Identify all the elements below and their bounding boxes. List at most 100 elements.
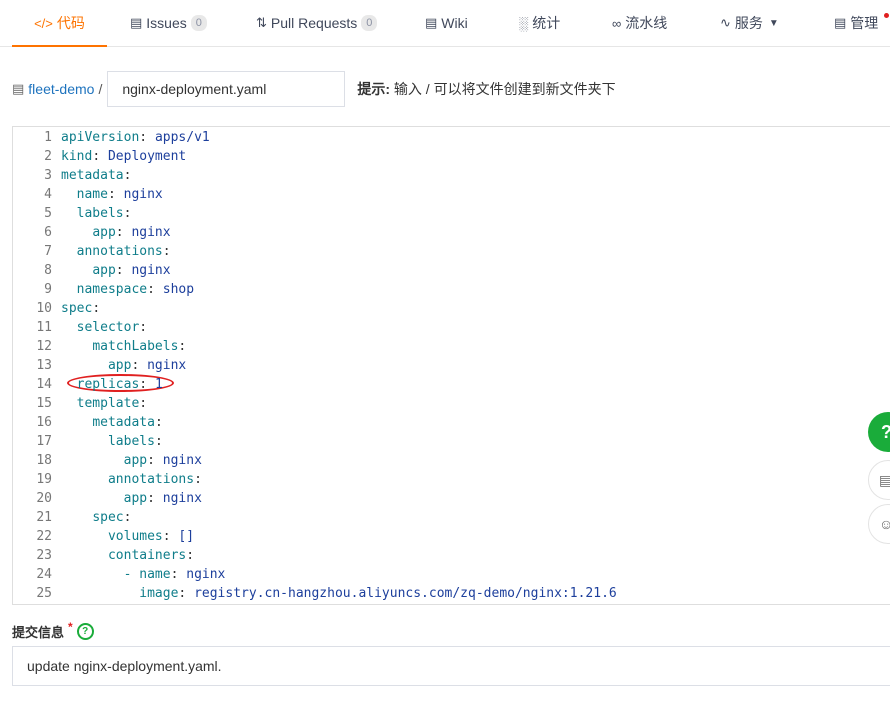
yaml-value: apps/v1: [154, 130, 210, 145]
yaml-key: metadata: [61, 168, 124, 183]
line-number: 3: [44, 168, 52, 183]
code-line: 15 template:: [13, 394, 147, 413]
tab-pull-requests-label: Pull Requests: [270, 15, 358, 31]
line-number: 15: [36, 396, 52, 411]
tab-services[interactable]: ∿ 服务 ▼: [720, 0, 779, 46]
yaml-separator: :: [123, 510, 132, 525]
yaml-separator: :: [139, 320, 148, 335]
line-number: 10: [36, 301, 52, 316]
tab-issues[interactable]: ▤ Issues 0: [130, 0, 207, 46]
line-code: annotations:: [61, 242, 171, 261]
yaml-key: apiVersion: [61, 130, 140, 145]
yaml-value: shop: [162, 282, 195, 297]
settings-doc-icon: ▤: [834, 15, 847, 30]
yaml-key: app: [123, 453, 148, 468]
line-code: selector:: [61, 318, 147, 337]
line-number: 16: [36, 415, 52, 430]
yaml-value: nginx: [162, 453, 202, 468]
help-icon[interactable]: ?: [76, 623, 94, 640]
yaml-separator: :: [92, 149, 108, 164]
line-number: 8: [44, 263, 52, 278]
code-line: 5 labels:: [13, 204, 131, 223]
line-code: namespace: shop: [61, 280, 194, 299]
line-code: metadata:: [61, 413, 162, 432]
yaml-separator: :: [178, 339, 187, 354]
code-line: 8 app: nginx: [13, 261, 170, 280]
line-code: metadata:: [61, 166, 131, 185]
filename-input[interactable]: [107, 71, 346, 107]
tab-wiki[interactable]: ▤ Wiki: [425, 0, 468, 46]
line-code: app: nginx: [61, 451, 202, 470]
yaml-key: metadata: [92, 415, 155, 430]
tab-manage[interactable]: ▤ 管理: [834, 0, 878, 46]
yaml-key: kind: [61, 149, 93, 164]
yaml-value: []: [178, 529, 195, 544]
repo-breadcrumb[interactable]: ▤ fleet-demo: [12, 81, 94, 97]
code-line: 14 replicas: 1: [13, 375, 162, 394]
yaml-key: name: [76, 187, 108, 202]
tab-pull-requests[interactable]: ⇅ Pull Requests 0: [256, 0, 378, 46]
tab-stats[interactable]: ░ 统计: [519, 0, 560, 46]
line-code: - name: nginx: [61, 565, 226, 584]
line-number: 23: [36, 548, 52, 563]
line-number: 14: [36, 377, 52, 392]
code-line: 16 metadata:: [13, 413, 162, 432]
yaml-key: namespace: [76, 282, 148, 297]
line-code: labels:: [61, 432, 163, 451]
line-code: apiVersion: apps/v1: [61, 128, 210, 147]
line-code: matchLabels:: [61, 337, 186, 356]
yaml-separator: :: [147, 453, 163, 468]
yaml-separator: :: [147, 491, 163, 506]
line-number: 11: [36, 320, 52, 335]
yaml-value: nginx: [186, 567, 226, 582]
yaml-separator: :: [131, 358, 148, 373]
line-number: 19: [36, 472, 52, 487]
code-editor[interactable]: 1 apiVersion: apps/v1 2 kind: Deployment 3 me…: [12, 126, 890, 605]
path-separator: /: [98, 81, 103, 97]
code-line: 13 app: nginx: [13, 356, 186, 375]
yaml-separator: :: [186, 548, 195, 563]
code-line: 2 kind: Deployment: [13, 147, 186, 166]
hint-text: 输入 / 可以将文件创建到新文件夹下: [393, 81, 616, 97]
issues-count-badge: 0: [190, 15, 207, 31]
yaml-key: labels: [107, 434, 155, 449]
line-code: spec:: [61, 508, 131, 527]
yaml-key: selector: [76, 320, 140, 335]
line-code: template:: [61, 394, 147, 413]
yaml-separator: :: [115, 225, 132, 240]
line-code: spec:: [61, 299, 100, 318]
code-line: 20 app: nginx: [13, 489, 202, 508]
repo-name: fleet-demo: [28, 81, 95, 97]
code-line: 10 spec:: [13, 299, 100, 318]
code-line: 4 name: nginx: [13, 185, 163, 204]
code-line: 21 spec:: [13, 508, 131, 527]
yaml-key: volumes: [107, 529, 163, 544]
yaml-separator: :: [147, 282, 163, 297]
line-code: app: nginx: [61, 223, 170, 242]
line-number: 22: [36, 529, 52, 544]
tab-pipeline[interactable]: ∞ 流水线: [612, 0, 667, 46]
code-line: 12 matchLabels:: [13, 337, 186, 356]
line-number: 7: [44, 244, 52, 259]
path-hint: 提示: 输入 / 可以将文件创建到新文件夹下: [357, 79, 615, 99]
yaml-value: nginx: [147, 358, 187, 373]
yaml-key: spec: [92, 510, 124, 525]
yaml-key: replicas: [76, 377, 140, 392]
line-number: 4: [44, 187, 52, 202]
commit-message-input[interactable]: [12, 646, 890, 686]
pull-requests-count-badge: 0: [361, 15, 378, 31]
yaml-separator: :: [162, 529, 179, 544]
yaml-value: nginx: [131, 263, 171, 278]
line-number: 24: [36, 567, 52, 582]
yaml-value: nginx: [123, 187, 163, 202]
tab-code[interactable]: </> 代码: [12, 0, 107, 47]
tab-code-label: 代码: [56, 15, 85, 31]
